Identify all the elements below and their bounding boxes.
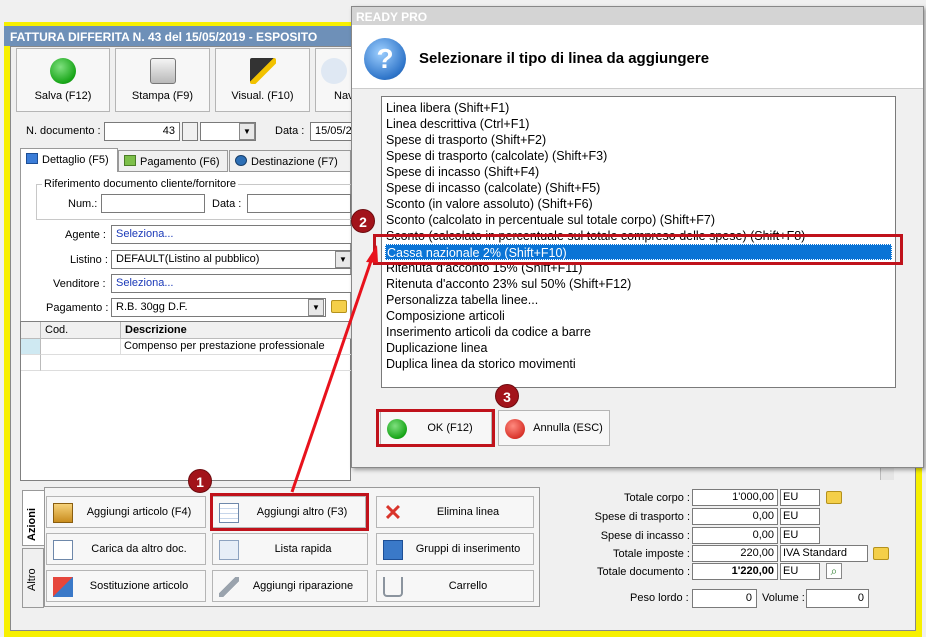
annotation-arrow: [290, 245, 378, 493]
step-marker-3: 3: [495, 384, 519, 408]
arrow-line: [290, 257, 374, 493]
arrow-head: [366, 245, 378, 263]
step-marker-2: 2: [351, 209, 375, 233]
step-marker-1: 1: [188, 469, 212, 493]
